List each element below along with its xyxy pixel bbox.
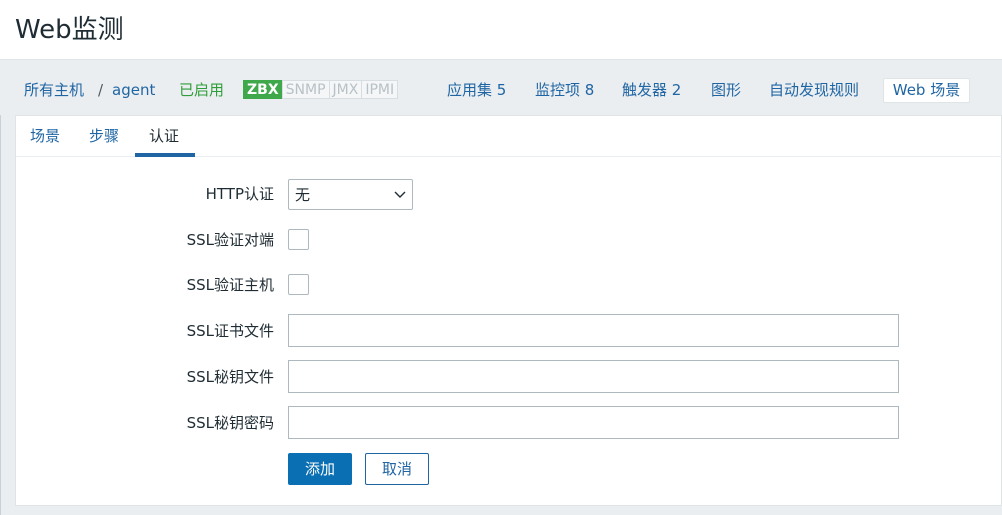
zbx-badge: ZBX — [243, 80, 283, 99]
ssl-verify-peer-checkbox[interactable] — [288, 229, 309, 250]
jmx-badge: JMX — [328, 80, 363, 99]
host-status-enabled[interactable]: 已启用 — [179, 80, 224, 100]
ssl-cert-file-input[interactable] — [288, 314, 899, 347]
breadcrumb-host[interactable]: agent — [112, 80, 155, 100]
form-panel: 场景 步骤 认证 HTTP认证 无 SSL验证对端 SSL验证主机 SSL证书文… — [15, 115, 1002, 506]
ipmi-badge: IPMI — [361, 80, 399, 99]
nav-applications[interactable]: 应用集 5 — [447, 80, 506, 100]
http-auth-select[interactable]: 无 — [288, 179, 413, 210]
snmp-badge: SNMP — [281, 80, 330, 99]
breadcrumb-separator: / — [98, 81, 104, 99]
ssl-key-file-input[interactable] — [288, 360, 899, 393]
nav-items[interactable]: 监控项 8 — [535, 80, 594, 100]
ssl-verify-peer-label: SSL验证对端 — [186, 231, 274, 249]
tab-steps[interactable]: 步骤 — [89, 126, 119, 146]
host-navigation: 所有主机 / agent 已启用 ZBX SNMP JMX IPMI 应用集 5… — [0, 60, 1002, 115]
nav-triggers[interactable]: 触发器 2 — [622, 80, 681, 100]
chevron-down-icon — [394, 191, 406, 198]
ssl-cert-file-label: SSL证书文件 — [186, 322, 274, 340]
tab-bar: 场景 步骤 认证 — [16, 116, 1002, 157]
availability-badges: ZBX SNMP JMX IPMI — [243, 80, 399, 100]
tab-authentication[interactable]: 认证 — [149, 126, 179, 146]
http-auth-label: HTTP认证 — [205, 185, 274, 203]
page-title: Web监测 — [15, 15, 124, 45]
nav-discovery-rules[interactable]: 自动发现规则 — [769, 80, 859, 100]
tab-scenario[interactable]: 场景 — [30, 126, 60, 146]
add-button[interactable]: 添加 — [288, 453, 352, 485]
ssl-key-password-label: SSL秘钥密码 — [186, 414, 274, 432]
ssl-verify-host-label: SSL验证主机 — [186, 276, 274, 294]
nav-web-scenarios[interactable]: Web 场景 — [883, 78, 970, 103]
cancel-button[interactable]: 取消 — [365, 453, 429, 485]
breadcrumb-all-hosts[interactable]: 所有主机 — [24, 80, 84, 100]
ssl-verify-host-checkbox[interactable] — [288, 274, 309, 295]
active-tab-indicator — [135, 153, 195, 157]
ssl-key-file-label: SSL秘钥文件 — [186, 368, 274, 386]
nav-graphs[interactable]: 图形 — [711, 80, 741, 100]
http-auth-value: 无 — [295, 186, 311, 204]
ssl-key-password-input[interactable] — [288, 406, 899, 439]
page-header: Web监测 — [0, 0, 1002, 60]
